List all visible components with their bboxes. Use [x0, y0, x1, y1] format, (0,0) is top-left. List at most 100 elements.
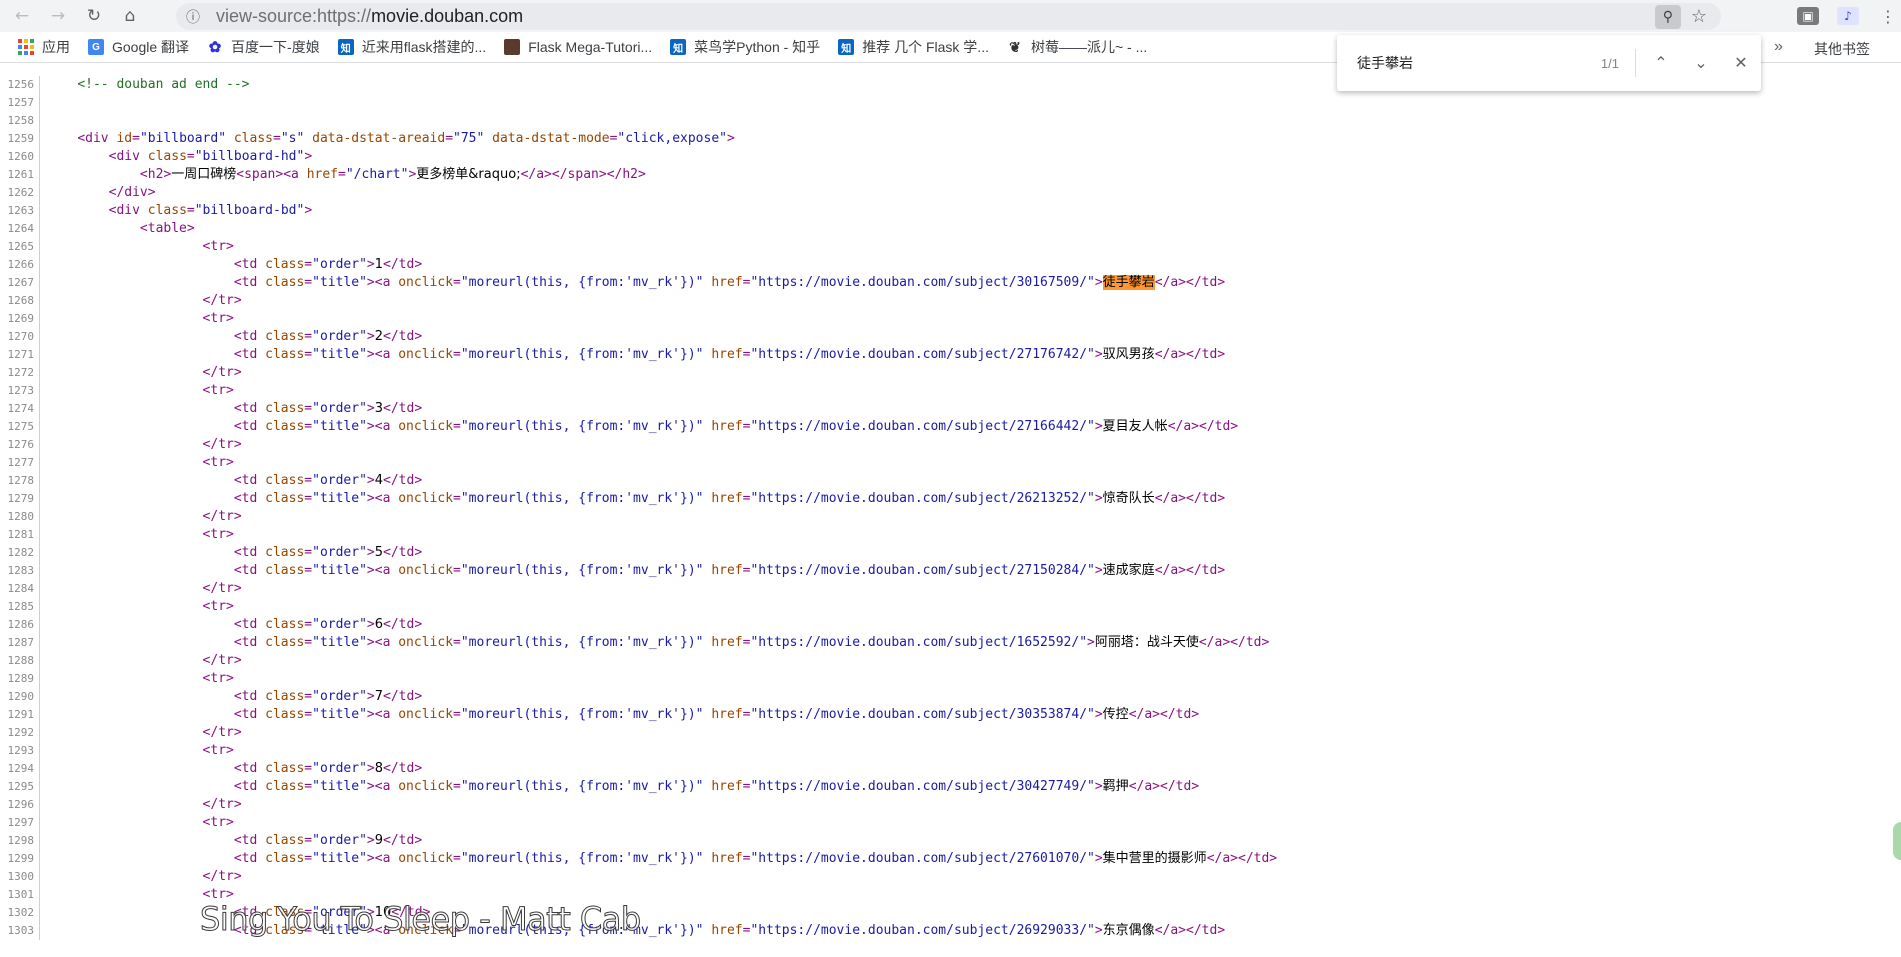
find-input[interactable]: 徒手攀岩: [1357, 53, 1557, 73]
line-number: 1265: [0, 238, 40, 256]
source-line: 1288 </tr>: [0, 652, 1901, 670]
line-code: <tr>: [202, 671, 234, 686]
menu-dots-icon[interactable]: ⋮: [1877, 7, 1899, 26]
line-number: 1303: [0, 922, 40, 940]
line-number: 1281: [0, 526, 40, 544]
source-line: 1273 <tr>: [0, 382, 1901, 400]
line-code: <tr>: [202, 527, 234, 542]
source-line: 1276 </tr>: [0, 436, 1901, 454]
music-extension-icon[interactable]: ♪: [1837, 7, 1859, 25]
line-code: <div class="billboard-hd">: [108, 149, 313, 164]
source-line: 1281 <tr>: [0, 526, 1901, 544]
line-code: <table>: [139, 221, 195, 236]
source-line: 1291 <td class="title"><a onclick="moreu…: [0, 706, 1901, 724]
line-number: 1268: [0, 292, 40, 310]
address-url[interactable]: view-source:https://movie.douban.com: [216, 6, 523, 27]
line-number: 1258: [0, 112, 40, 130]
line-code: </div>: [108, 185, 156, 200]
edge-widget[interactable]: [1893, 822, 1901, 860]
bookmark-apps[interactable]: 应用: [18, 37, 70, 57]
line-number: 1291: [0, 706, 40, 724]
line-code: <tr>: [202, 311, 234, 326]
forward-arrow-icon[interactable]: →: [44, 2, 72, 30]
bookmark-baidu[interactable]: ✿ 百度一下-度娘: [207, 37, 320, 57]
line-number: 1279: [0, 490, 40, 508]
line-code: <td class="order">7</td>: [233, 689, 423, 704]
find-in-page-icon[interactable]: ⚲: [1654, 4, 1681, 29]
source-line: 1286 <td class="order">6</td>: [0, 616, 1901, 634]
source-line: 1296 </tr>: [0, 796, 1901, 814]
source-line: 1275 <td class="title"><a onclick="moreu…: [0, 418, 1901, 436]
bookmark-flask-mega[interactable]: Flask Mega-Tutori...: [504, 39, 652, 55]
line-code: <!-- douban ad end -->: [77, 77, 250, 92]
line-number: 1260: [0, 148, 40, 166]
info-icon[interactable]: ⓘ: [180, 7, 206, 27]
bookmark-cainiao-python[interactable]: 知 菜鸟学Python - 知乎: [670, 37, 820, 57]
line-number: 1270: [0, 328, 40, 346]
line-code: </tr>: [202, 293, 242, 308]
bookmark-label: 近来用flask搭建的...: [361, 39, 487, 55]
line-code: </tr>: [202, 653, 242, 668]
source-view: 1256 <!-- douban ad end --> 1257 1258 1259 …: [0, 76, 1901, 957]
line-code: <tr>: [202, 599, 234, 614]
line-number: 1287: [0, 634, 40, 652]
line-number: 1264: [0, 220, 40, 238]
line-code: <tr>: [202, 455, 234, 470]
line-code: <td class="title"><a onclick="moreurl(th…: [233, 275, 1226, 290]
source-line: 1261 <h2>一周口碑榜<span><a href="/chart">更多榜…: [0, 166, 1901, 184]
line-number: 1276: [0, 436, 40, 454]
bookmark-label: Flask Mega-Tutori...: [528, 39, 653, 55]
source-line: 1264 <table>: [0, 220, 1901, 238]
find-previous-chevron-up-icon[interactable]: ⌃: [1646, 53, 1676, 73]
bookmark-label: 其他书签: [1814, 41, 1870, 57]
url-scheme: view-source:https://: [216, 6, 372, 26]
find-bar: 徒手攀岩 1/1 ⌃ ⌄ ✕: [1337, 35, 1761, 91]
line-number: 1272: [0, 364, 40, 382]
line-code: <td class="title"><a onclick="moreurl(th…: [233, 491, 1226, 506]
line-number: 1266: [0, 256, 40, 274]
line-code: </tr>: [202, 365, 242, 380]
source-line: 1290 <td class="order">7</td>: [0, 688, 1901, 706]
bookmark-star-icon[interactable]: ☆: [1691, 6, 1707, 27]
find-next-chevron-down-icon[interactable]: ⌄: [1686, 53, 1716, 73]
bookmark-recommend-flask[interactable]: 知 推荐 几个 Flask 学...: [838, 37, 989, 57]
source-line: 1293 <tr>: [0, 742, 1901, 760]
find-close-icon[interactable]: ✕: [1726, 53, 1756, 73]
reload-icon[interactable]: ↻: [80, 2, 108, 30]
line-code: <td class="order">6</td>: [233, 617, 423, 632]
source-line: 1300 </tr>: [0, 868, 1901, 886]
source-line: 1274 <td class="order">3</td>: [0, 400, 1901, 418]
line-code: <td class="title"><a onclick="moreurl(th…: [233, 851, 1278, 866]
home-icon[interactable]: ⌂: [116, 2, 144, 30]
line-number: 1283: [0, 562, 40, 580]
bookmark-label: 应用: [42, 39, 70, 55]
extension-icon[interactable]: ▣: [1797, 7, 1819, 25]
line-code: <td class="order">8</td>: [233, 761, 423, 776]
back-arrow-icon[interactable]: ←: [8, 2, 36, 30]
line-code: </tr>: [202, 581, 242, 596]
bookmark-label: Google 翻译: [112, 39, 190, 55]
video-caption-overlay: Sing You To Sleep - Matt Cab: [200, 900, 642, 939]
line-number: 1293: [0, 742, 40, 760]
zhihu-icon: 知: [838, 39, 855, 55]
line-code: <td class="order">5</td>: [233, 545, 423, 560]
source-line: 1259 <div id="billboard" class="s" data-…: [0, 130, 1901, 148]
line-number: 1296: [0, 796, 40, 814]
line-code: <td class="title"><a onclick="moreurl(th…: [233, 347, 1226, 362]
find-highlight: 徒手攀岩: [1102, 275, 1155, 290]
source-line: 1272 </tr>: [0, 364, 1901, 382]
source-line: 1279 <td class="title"><a onclick="moreu…: [0, 490, 1901, 508]
bookmark-other-folder[interactable]: 其他书签: [1814, 39, 1870, 59]
address-bar[interactable]: ⓘ view-source:https://movie.douban.com ⚲…: [176, 3, 1721, 30]
bookmarks-overflow-chevron[interactable]: »: [1774, 38, 1783, 56]
bookmark-raspberry[interactable]: ❦ 树莓——派儿~ - ...: [1007, 37, 1147, 57]
source-line: 1270 <td class="order">2</td>: [0, 328, 1901, 346]
bookmark-google-translate[interactable]: G Google 翻译: [88, 37, 189, 57]
line-code: </tr>: [202, 797, 242, 812]
line-code: <td class="order">4</td>: [233, 473, 423, 488]
line-number: 1282: [0, 544, 40, 562]
bookmark-zhihu-flask[interactable]: 知 近来用flask搭建的...: [337, 37, 487, 57]
line-code: <td class="title"><a onclick="moreurl(th…: [233, 419, 1239, 434]
